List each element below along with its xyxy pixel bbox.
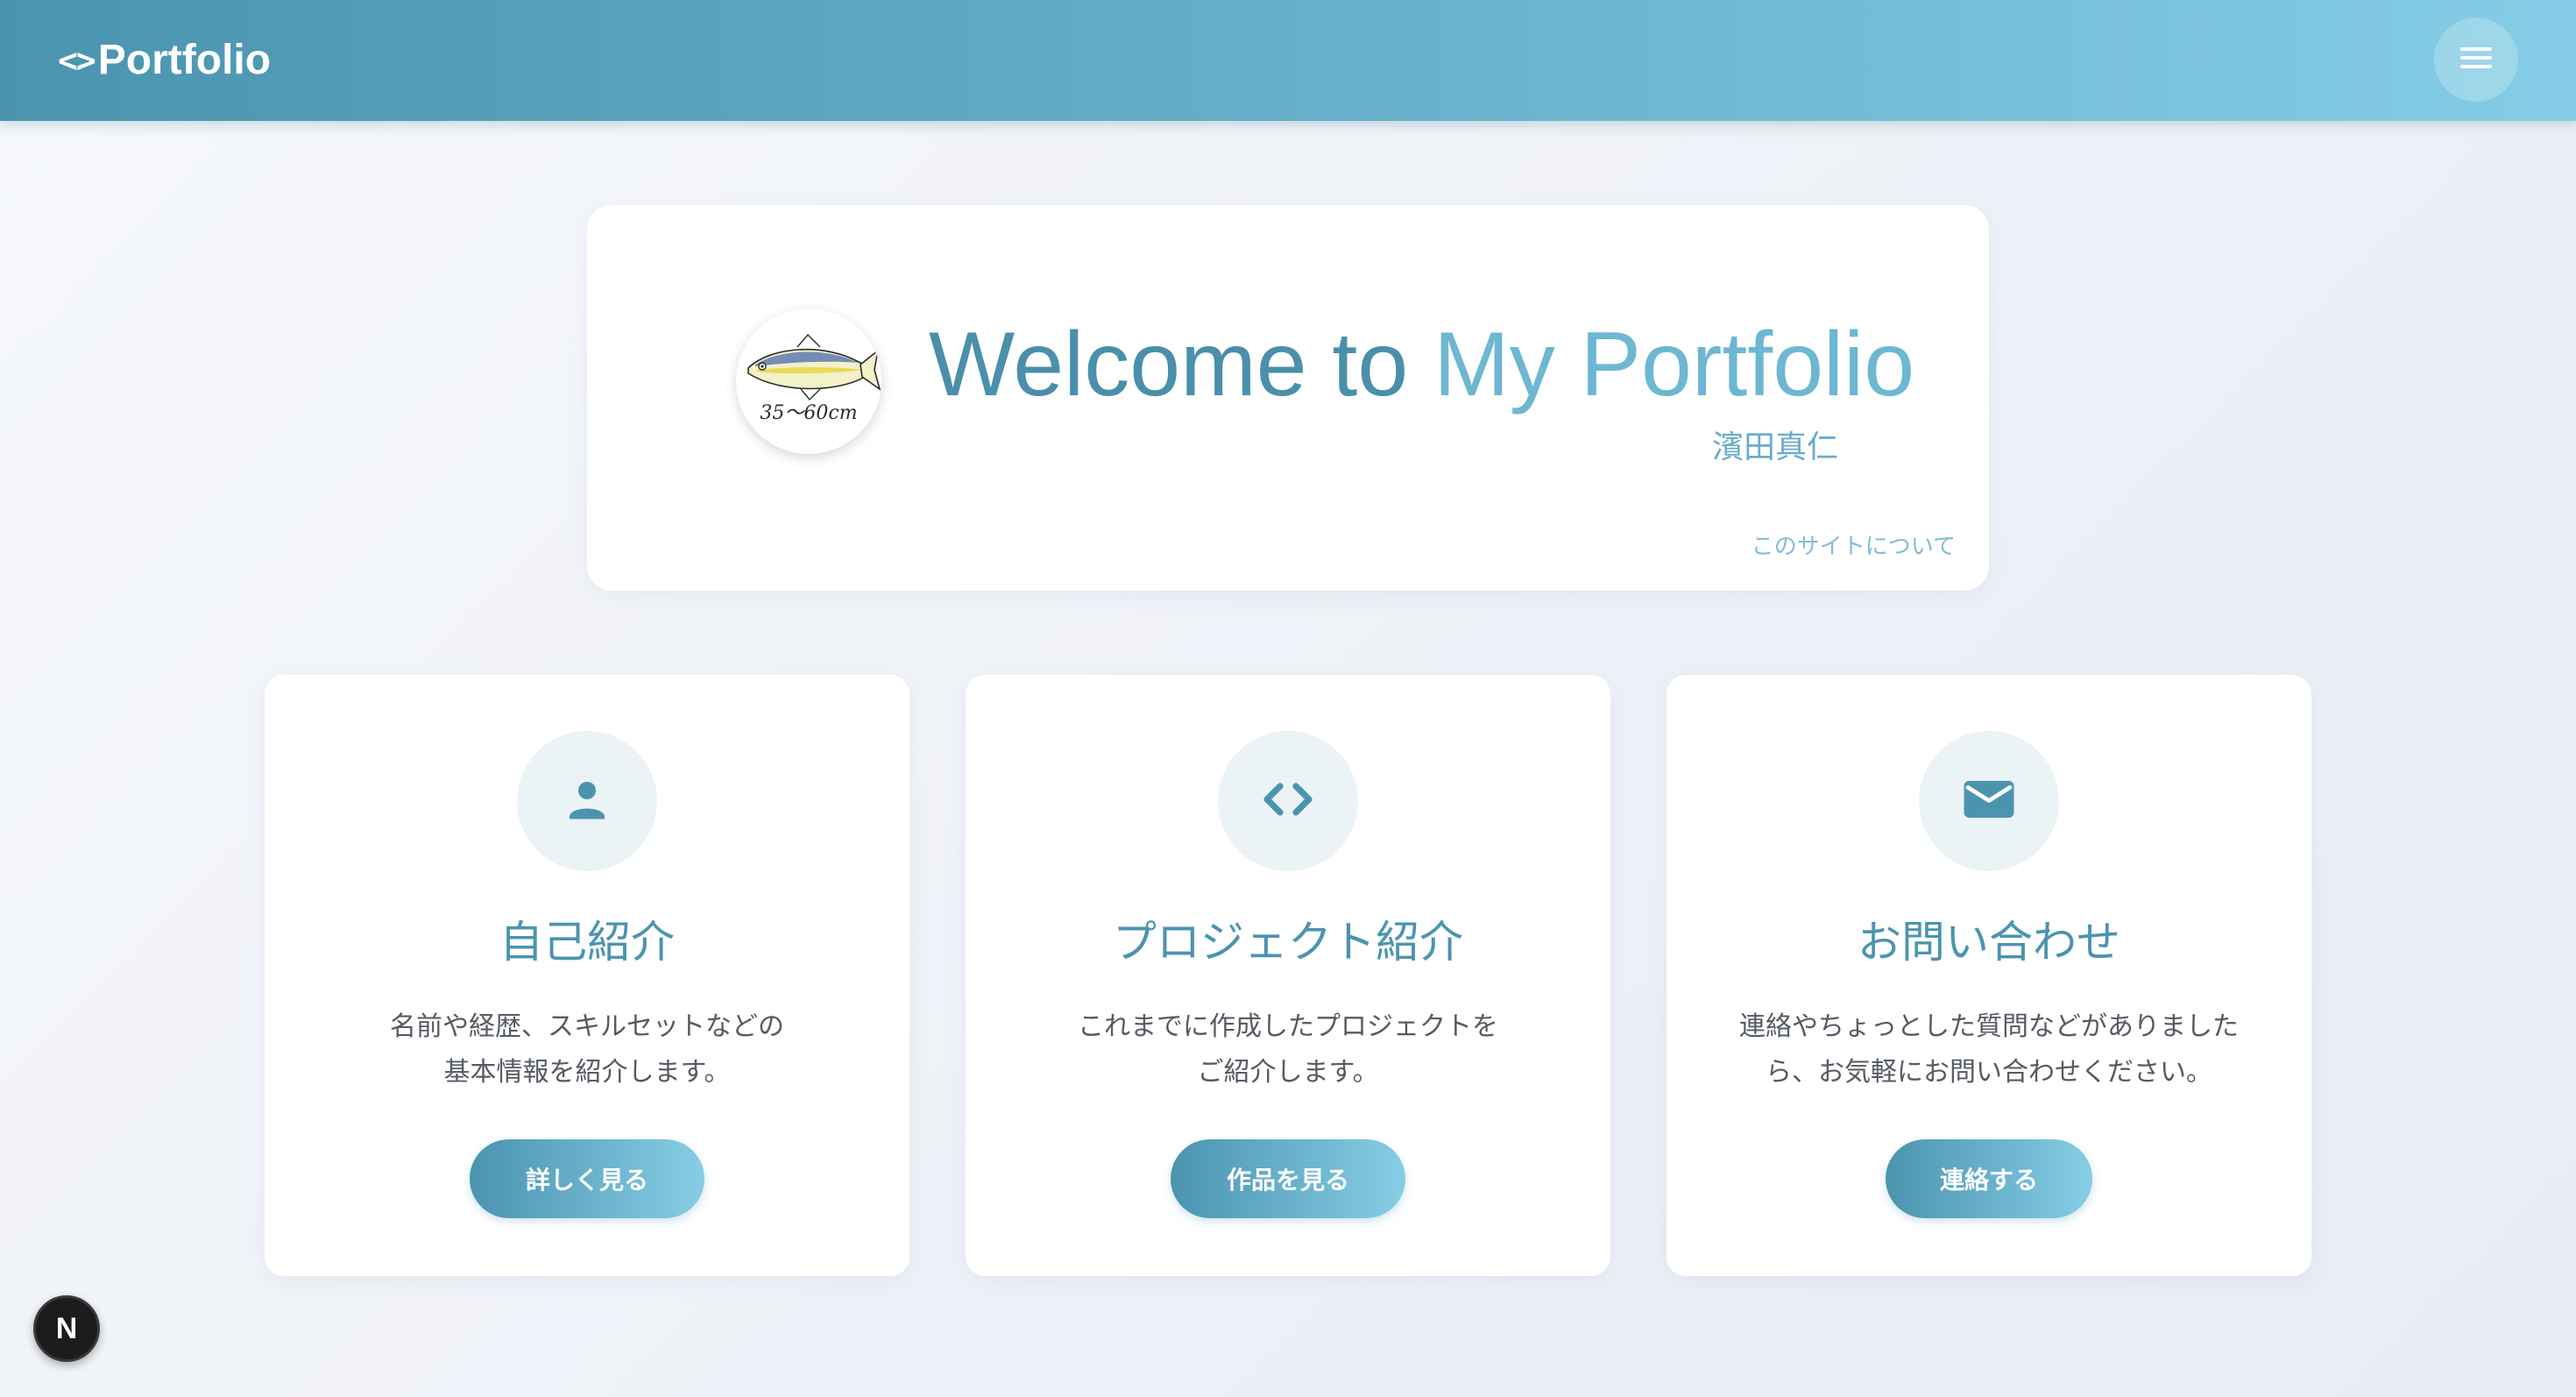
card-description-line: ご紹介します。: [1197, 1057, 1379, 1088]
app-header: <> Portfolio: [0, 0, 2576, 121]
card-description: 名前や経歴、スキルセットなどの 基本情報を紹介します。: [317, 1004, 857, 1096]
hamburger-menu-icon: [2459, 45, 2494, 74]
about-site-link[interactable]: このサイトについて: [1752, 531, 1956, 563]
logo-text: Portfolio: [97, 37, 272, 83]
fish-illustration-icon: 35〜60cm: [747, 333, 881, 424]
card-description-line: 連絡やちょっとした質問などがありました: [1739, 1011, 2239, 1042]
avatar: 35〜60cm: [736, 308, 881, 454]
hero-title-part1: Welcome to: [929, 314, 1434, 415]
card-description: 連絡やちょっとした質問などがありました ら、お気軽にお問い合わせください。: [1719, 1004, 2259, 1096]
site-logo[interactable]: <> Portfolio: [58, 32, 271, 89]
hero-title: Welcome to My Portfolio: [929, 312, 1914, 417]
view-details-button[interactable]: 詳しく見る: [470, 1139, 704, 1218]
mail-icon: [1957, 768, 2020, 834]
card-icon-circle: [1919, 731, 2059, 871]
code-brackets-icon: <>: [58, 41, 96, 80]
card-description-line: 名前や経歴、スキルセットなどの: [390, 1011, 784, 1042]
hero-title-part2: My Portfolio: [1433, 314, 1915, 415]
feature-card-about: 自己紹介 名前や経歴、スキルセットなどの 基本情報を紹介します。 詳しく見る: [265, 675, 909, 1276]
feature-card-projects: プロジェクト紹介 これまでに作成したプロジェクトを ご紹介します。 作品を見る: [966, 675, 1610, 1276]
view-works-button[interactable]: 作品を見る: [1171, 1139, 1405, 1218]
card-title: お問い合わせ: [1858, 917, 2120, 968]
nextjs-dev-badge[interactable]: N: [33, 1295, 100, 1362]
card-icon-circle: [517, 731, 657, 871]
card-title: プロジェクト紹介: [1113, 917, 1463, 968]
card-description: これまでに作成したプロジェクトを ご紹介します。: [1018, 1004, 1558, 1096]
card-description-line: 基本情報を紹介します。: [443, 1057, 731, 1088]
card-icon-circle: [1218, 731, 1358, 871]
person-icon: [561, 773, 613, 829]
code-icon: [1256, 768, 1320, 834]
card-description-line: これまでに作成したプロジェクトを: [1078, 1011, 1498, 1042]
hero-card: 35〜60cm Welcome to My Portfolio 濱田真仁 このサ…: [587, 205, 1989, 591]
avatar-caption: 35〜60cm: [760, 402, 857, 424]
contact-button[interactable]: 連絡する: [1886, 1139, 2092, 1218]
card-title: 自己紹介: [499, 917, 675, 968]
hero-subtitle: 濱田真仁: [1711, 429, 1838, 465]
feature-card-contact: お問い合わせ 連絡やちょっとした質問などがありました ら、お気軽にお問い合わせく…: [1667, 675, 2311, 1276]
nextjs-logo-icon: N: [55, 1311, 78, 1345]
card-description-line: ら、お気軽にお問い合わせください。: [1766, 1057, 2212, 1088]
menu-button[interactable]: [2434, 18, 2518, 102]
